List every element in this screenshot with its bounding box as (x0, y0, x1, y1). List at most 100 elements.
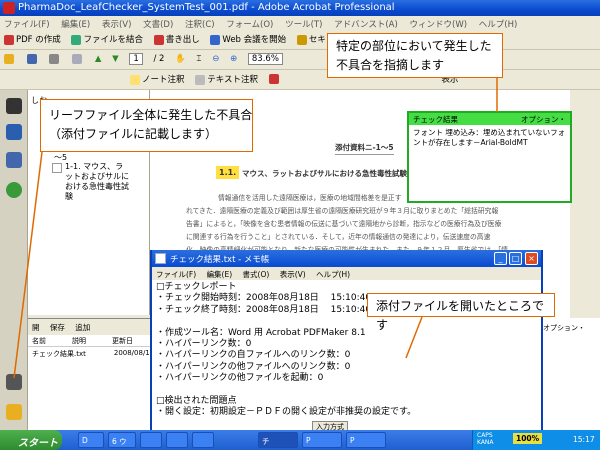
pages-icon[interactable] (6, 98, 22, 114)
right-panel-options[interactable]: オプション・ (541, 318, 600, 338)
signatures-icon[interactable] (6, 152, 22, 168)
menu-window[interactable]: ウィンドウ(W) (410, 20, 468, 30)
caps-indicator: CAPS KANA (477, 432, 494, 446)
page-icon (52, 163, 62, 173)
menu-advanced[interactable]: アドバンスト(A) (334, 20, 398, 30)
doc-paragraph-3: 告書」によると，「映像を含む患者情報の伝送に基づいて遠隔地から診断，指示などの医… (186, 220, 502, 228)
note-icon (130, 74, 140, 85)
notepad-menu-file[interactable]: ファイル(F) (156, 270, 196, 279)
prev-page-button[interactable]: ▲ (95, 54, 102, 64)
note-tool-button[interactable]: ノート注釈 (130, 73, 185, 85)
email-button[interactable] (72, 53, 84, 65)
zoom-out-button[interactable]: ⊖ (212, 54, 219, 64)
menu-comment[interactable]: 注釈(C) (185, 20, 215, 30)
zoom-in-button[interactable]: ⊕ (230, 54, 237, 64)
check-popup-options[interactable]: オプション・ (521, 114, 566, 124)
select-tool-button[interactable]: ⌶ (196, 54, 201, 64)
email-icon (72, 53, 83, 64)
text-edit-label: テキスト注釈 (207, 75, 258, 85)
taskbar: スタート D 6 ウ チ P P CAPS KANA 100% 15:17 (0, 430, 600, 450)
stamp-button[interactable] (268, 73, 281, 85)
save-button[interactable] (26, 53, 39, 65)
task-6[interactable]: チ (258, 432, 298, 448)
combine-icon (71, 34, 82, 45)
callout-location-issue: 特定の部位において発生した 不具合を指摘します (327, 33, 503, 78)
task-1[interactable]: D (78, 432, 104, 448)
attachment-add-button[interactable]: 追加 (75, 323, 90, 332)
open-button[interactable] (4, 53, 16, 65)
task-2[interactable]: 6 ウ (108, 432, 136, 448)
next-page-button[interactable]: ▼ (112, 54, 119, 64)
doc-paragraph-4: に関連する行為を行うこと」とされている．そして，近年の情報通信の発達により，伝送… (186, 233, 491, 241)
callout-file-issue: リーフファイル全体に発生した不具合 （添付ファイルに記載します） (40, 99, 253, 152)
text-edit-icon (195, 74, 206, 85)
text-edit-button[interactable]: テキスト注釈 (195, 73, 258, 85)
bookmark-item[interactable]: 1-1. マウス、ラットおよびサルにおける急性毒性試験 (65, 162, 129, 202)
navigation-strip (0, 90, 28, 430)
kana-label: KANA (477, 439, 494, 446)
notepad-title-bar: チェック結果.txt - メモ帳 _ □ × (152, 250, 541, 267)
zoom-indicator[interactable]: 100% (513, 433, 543, 444)
attachment-file-date: 2008/08/1 (113, 349, 150, 357)
attachments-toolbar: 開 保存 追加 (28, 319, 150, 335)
attachment-open-button[interactable]: 開 (32, 323, 40, 332)
bookmarks-icon[interactable] (6, 124, 22, 140)
notepad-menu-view[interactable]: 表示(V) (280, 270, 306, 279)
clock: 15:17 (573, 435, 595, 444)
right-panel: オプション・ (540, 318, 600, 430)
task-3[interactable] (140, 432, 162, 448)
doc-paragraph-2: れてきた．遠隔医療の定義及び範囲は厚生省の遠隔医療研究班が９年３月に取りまとめた… (186, 207, 499, 215)
task-5[interactable] (192, 432, 214, 448)
notepad-menu-edit[interactable]: 編集(E) (207, 270, 233, 279)
pdf-create-label: PDF の作成 (16, 35, 61, 45)
start-button[interactable]: スタート (0, 430, 62, 450)
web-meeting-label: Web 会議を開始 (222, 35, 287, 45)
toolbar-tasks: PDF の作成 ファイルを結合 書き出し Web 会議を開始 セキュリティ (0, 30, 600, 50)
close-icon[interactable]: × (525, 252, 538, 265)
lock-icon (296, 34, 307, 45)
combine-button[interactable]: ファイルを結合 (71, 33, 143, 45)
print-button[interactable] (49, 53, 61, 65)
meeting-icon (210, 34, 221, 45)
export-icon (153, 34, 164, 45)
attachments-icon[interactable] (6, 374, 22, 390)
menu-file[interactable]: ファイル(F) (4, 20, 50, 30)
col-modified[interactable]: 更新日 (112, 336, 133, 345)
doc-header: 添付資料ニ-1～5 (335, 142, 394, 155)
section-title: マウス、ラットおよびサルにおける急性毒性試験 (242, 169, 407, 178)
col-desc[interactable]: 説明 (72, 336, 86, 345)
check-result-popup[interactable]: チェック結果 オプション・ フォント 埋め込み：埋め込まれていないフォントが存在… (407, 111, 572, 203)
hand-tool-button[interactable]: ✋ (175, 54, 186, 64)
menu-view[interactable]: 表示(V) (102, 20, 131, 30)
printer-icon (49, 53, 60, 64)
menu-edit[interactable]: 編集(E) (61, 20, 90, 30)
page-number-field[interactable]: 1 (129, 53, 143, 65)
pdf-create-button[interactable]: PDF の作成 (4, 33, 61, 45)
maximize-icon[interactable]: □ (509, 252, 522, 265)
col-name[interactable]: 名前 (32, 336, 46, 345)
export-label: 書き出し (165, 35, 200, 45)
attachment-row[interactable]: チェック結果.txt 2008/08/1 (28, 347, 150, 361)
task-8[interactable]: P (346, 432, 386, 448)
zoom-field[interactable]: 83.6% (247, 53, 283, 65)
attachments-header: 名前 説明 更新日 (28, 335, 150, 347)
help-icon[interactable] (6, 182, 22, 198)
attachments-panel: 開 保存 追加 名前 説明 更新日 チェック結果.txt 2008/08/1 (28, 318, 150, 430)
task-7[interactable]: P (302, 432, 342, 448)
note-label: ノート注釈 (142, 75, 185, 85)
menu-help[interactable]: ヘルプ(H) (479, 20, 518, 30)
attachment-save-button[interactable]: 保存 (50, 323, 65, 332)
page-total: / 2 (153, 54, 165, 64)
attachment-file-name: チェック結果.txt (32, 350, 86, 358)
export-button[interactable]: 書き出し (153, 33, 200, 45)
minimize-icon[interactable]: _ (494, 252, 507, 265)
menu-tools[interactable]: ツール(T) (285, 20, 322, 30)
task-4[interactable] (166, 432, 188, 448)
menu-form[interactable]: フォーム(O) (226, 20, 273, 30)
web-meeting-button[interactable]: Web 会議を開始 (210, 33, 286, 45)
comments-icon[interactable] (6, 404, 22, 420)
combine-label: ファイルを結合 (83, 35, 143, 45)
notepad-menu-format[interactable]: 書式(O) (243, 270, 270, 279)
notepad-menu-help[interactable]: ヘルプ(H) (316, 270, 350, 279)
menu-document[interactable]: 文書(D) (143, 20, 173, 30)
